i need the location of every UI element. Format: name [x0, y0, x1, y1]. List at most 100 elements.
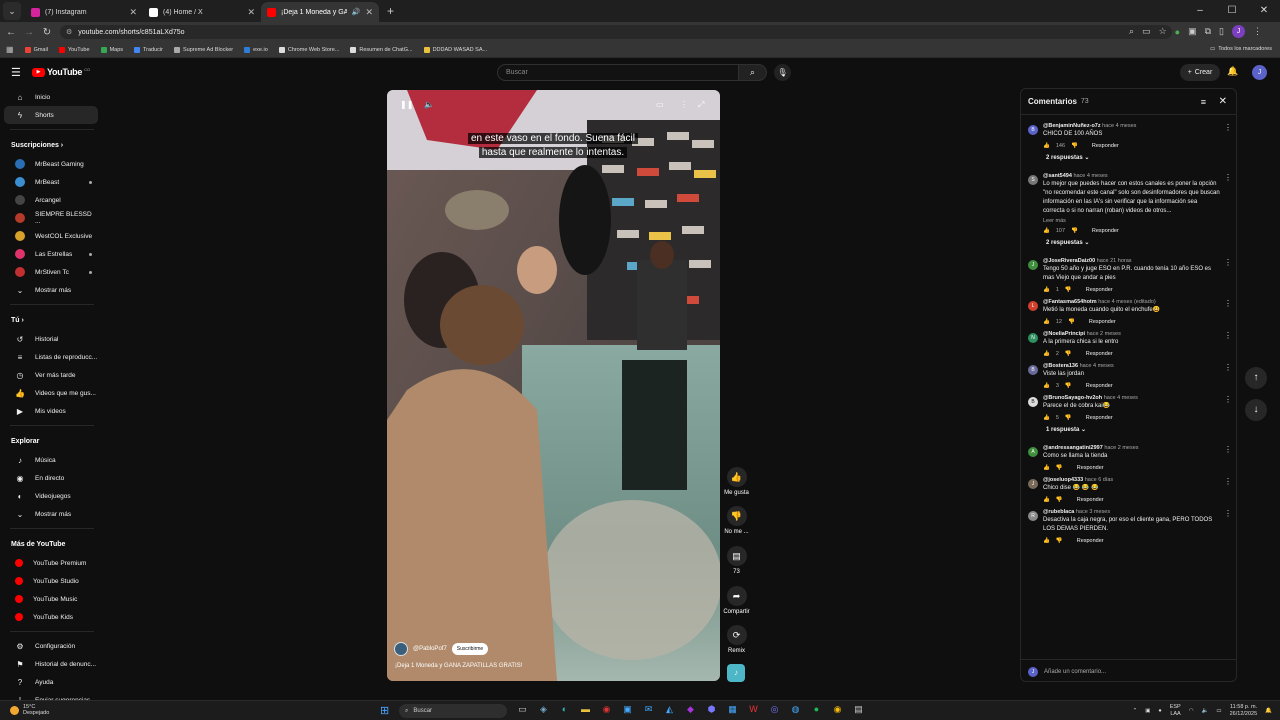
search-input[interactable]: Buscar [497, 64, 739, 81]
comment-avatar[interactable]: A [1028, 447, 1038, 457]
spotify-icon[interactable]: ● [809, 704, 824, 715]
apps-grid-icon[interactable]: ▦ [6, 45, 14, 54]
bookmark-item[interactable]: Supreme Ad Blocker [173, 46, 233, 53]
taskbar-search[interactable]: ⌕ Buscar [399, 704, 507, 718]
browser-tab[interactable]: (7) Instagram ✕ [25, 2, 143, 22]
captions-icon[interactable]: ▭ [656, 100, 664, 109]
read-more-link[interactable]: Leer más [1043, 218, 1220, 224]
menu-icon[interactable]: ☰ [11, 66, 21, 79]
comment-dislike-icon[interactable]: 👎 [1071, 228, 1078, 234]
comment-dislike-icon[interactable]: 👎 [1071, 143, 1078, 149]
subscription-item[interactable]: MrBeast [4, 173, 98, 191]
bookmark-item[interactable]: YouTube [58, 46, 90, 53]
comment-menu-icon[interactable]: ⋮ [1224, 445, 1232, 454]
sidebar-item-inicio[interactable]: ⌂ Inicio [4, 88, 98, 106]
comment-author[interactable]: @BenjaminNuñez-o7z hace 4 meses [1043, 123, 1220, 129]
comment-menu-icon[interactable]: ⋮ [1224, 363, 1232, 372]
cast-icon[interactable]: ▭ [1142, 26, 1151, 37]
comment-author[interactable]: @NoeliaPrincipi hace 2 meses [1043, 331, 1220, 337]
tab-close-icon[interactable]: ✕ [247, 7, 255, 18]
comment-dislike-icon[interactable]: 👎 [1065, 415, 1072, 421]
comment-like-icon[interactable]: 👍 [1043, 228, 1050, 234]
comment-dislike-icon[interactable]: 👎 [1065, 287, 1072, 293]
browser-tab[interactable]: (4) Home / X ✕ [143, 2, 261, 22]
wifi-icon[interactable]: ◠ [1189, 708, 1194, 714]
sound-thumbnail[interactable]: ♪ [727, 664, 745, 682]
comment-avatar[interactable]: B [1028, 125, 1038, 135]
subscriptions-header[interactable]: Suscripciones › [0, 135, 104, 155]
comment-like-icon[interactable]: 👍 [1043, 497, 1050, 503]
bookmark-item[interactable]: Traducir [134, 46, 163, 53]
terminal-icon[interactable]: ▤ [851, 704, 866, 715]
comment-author[interactable]: @joseluop4333 hace 6 días [1043, 477, 1220, 483]
maximize-button[interactable]: ☐ [1216, 0, 1248, 22]
comment-like-icon[interactable]: 👍 [1043, 287, 1050, 293]
comment-avatar[interactable]: J [1028, 260, 1038, 270]
comment-menu-icon[interactable]: ⋮ [1224, 395, 1232, 404]
sidebar-item-you[interactable]: ≡ Listas de reproducc... [4, 348, 98, 366]
comment-reply-button[interactable]: Responder [1086, 287, 1113, 293]
task-view-icon[interactable]: ▭ [515, 704, 530, 715]
comments-button[interactable]: ▤ 73 [722, 546, 751, 575]
comment-like-icon[interactable]: 👍 [1043, 383, 1050, 389]
address-bar[interactable]: ⚙ youtube.com/shorts/c851aLXd75o [60, 25, 1172, 39]
explorer-icon[interactable]: ▬ [578, 704, 593, 715]
copilot-icon[interactable]: ◈ [536, 704, 551, 715]
bookmark-item[interactable]: Resumen de ChatG... [350, 46, 413, 53]
comment-author[interactable]: @BrunoSayago-hv2oh hace 4 meses [1043, 395, 1220, 401]
chrome-icon[interactable]: ◉ [599, 704, 614, 715]
comment-like-icon[interactable]: 👍 [1043, 415, 1050, 421]
extension-icon[interactable]: ▣ [1188, 26, 1197, 37]
sidebar-item-explore[interactable]: ◐ Videojuegos [4, 487, 98, 505]
subscribe-button[interactable]: Suscribirme [451, 643, 489, 655]
comment-author[interactable]: @andressangatini2997 hace 2 meses [1043, 445, 1220, 451]
sidebar-item-youtube-app[interactable]: YouTube Kids [4, 608, 98, 626]
comment-reply-button[interactable]: Responder [1092, 228, 1119, 234]
comment-reply-button[interactable]: Responder [1086, 415, 1113, 421]
channel-name[interactable]: @PabloPof7 [413, 646, 447, 652]
fullscreen-icon[interactable]: ⤢ [698, 100, 704, 110]
comment-avatar[interactable]: B [1028, 365, 1038, 375]
teams-icon[interactable]: ⬢ [704, 704, 719, 715]
sidebar-item-settings[interactable]: ⚑ Historial de denunc... [4, 655, 98, 673]
sort-icon[interactable]: ≡ [1201, 97, 1206, 107]
sidebar-item-youtube-app[interactable]: YouTube Studio [4, 572, 98, 590]
sidebar-item-youtube-app[interactable]: YouTube Music [4, 590, 98, 608]
bookmark-star-icon[interactable]: ☆ [1159, 26, 1167, 37]
explore-show-more[interactable]: ⌄ Mostrar más [4, 505, 98, 523]
sidebar-item-explore[interactable]: ◉ En directo [4, 469, 98, 487]
extension-green-icon[interactable]: ● [1175, 27, 1180, 37]
more-youtube-header[interactable]: Más de YouTube [0, 534, 104, 554]
new-tab-button[interactable]: + [387, 4, 394, 18]
tab-close-icon[interactable]: ✕ [365, 7, 373, 18]
bookmark-item[interactable]: exe.io [244, 46, 268, 53]
bookmark-item[interactable]: Gmail [24, 46, 48, 53]
channel-avatar[interactable] [394, 642, 408, 656]
view-replies-button[interactable]: 2 respuestas ⌄ [1021, 149, 1236, 167]
comment-like-icon[interactable]: 👍 [1043, 538, 1050, 544]
windows-start-icon[interactable]: ⊞ [380, 704, 389, 717]
sidebar-item-you[interactable]: ↺ Historial [4, 330, 98, 348]
close-comments-icon[interactable]: ✕ [1219, 96, 1227, 107]
comment-reply-button[interactable]: Responder [1077, 465, 1104, 471]
comment-reply-button[interactable]: Responder [1077, 538, 1104, 544]
subscription-item[interactable]: MrBeast Gaming [4, 155, 98, 173]
share-button[interactable]: ➦ Compartir [722, 586, 751, 615]
tab-audio-icon[interactable]: 🔊 [352, 8, 361, 16]
sidebar-item-you[interactable]: 👍 Videos que me gus... [4, 384, 98, 402]
clock[interactable]: 11:58 p. m. 26/12/2025 [1230, 704, 1258, 718]
comment-avatar[interactable]: S [1028, 175, 1038, 185]
comment-menu-icon[interactable]: ⋮ [1224, 173, 1232, 182]
youtube-logo[interactable]: ▶ YouTube CO [32, 67, 90, 77]
tray-app-icon-2[interactable]: ● [1158, 708, 1161, 714]
explore-header[interactable]: Explorar [0, 431, 104, 451]
search-button[interactable]: ⌕ [739, 64, 767, 81]
bookmark-item[interactable]: Chrome Web Store... [278, 46, 339, 53]
sidebar-item-you[interactable]: ▶ Mis videos [4, 402, 98, 420]
sidepanel-icon[interactable]: ▯ [1219, 26, 1224, 37]
sidebar-item-explore[interactable]: ♪ Música [4, 451, 98, 469]
discord-icon[interactable]: ◎ [767, 704, 782, 715]
browser-tab[interactable]: ¡Deja 1 Moneda y GANA Z 🔊 ✕ [261, 2, 379, 22]
app-icon-3[interactable]: W [746, 704, 761, 715]
tab-list-button[interactable]: ⌄ [3, 2, 21, 20]
